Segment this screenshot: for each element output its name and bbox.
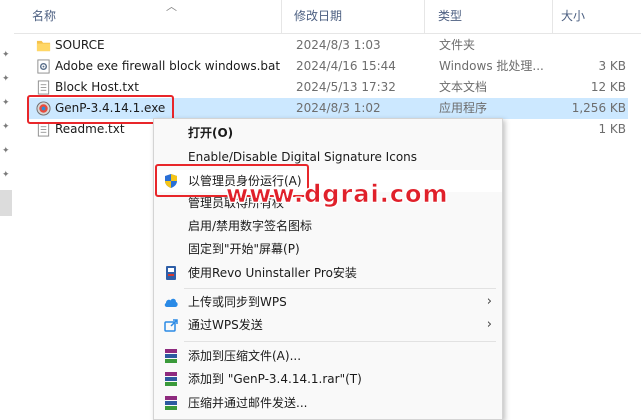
column-header: ︿ 名称 修改日期 类型 大小 bbox=[14, 0, 641, 34]
menu-label: 添加到压缩文件(A)... bbox=[188, 349, 302, 363]
menu-separator bbox=[184, 288, 496, 289]
file-size: 3 KB bbox=[598, 59, 626, 73]
file-size: 1 KB bbox=[598, 122, 626, 136]
batch-file-icon bbox=[37, 59, 50, 74]
sort-up-arrow-icon: ︿ bbox=[166, 0, 177, 13]
file-row[interactable]: Adobe exe firewall block windows.bat 202… bbox=[28, 56, 628, 77]
file-type: 文件夹 bbox=[439, 38, 476, 52]
pin-icon[interactable]: ✦ bbox=[2, 98, 12, 108]
file-type: Windows 批处理... bbox=[439, 59, 544, 73]
exe-highlight-box bbox=[27, 95, 174, 124]
text-file-icon bbox=[37, 122, 50, 137]
menu-label: 压缩并通过邮件发送... bbox=[188, 396, 308, 410]
file-name: SOURCE bbox=[55, 38, 105, 52]
winrar-icon bbox=[165, 396, 177, 410]
navigation-selection bbox=[0, 190, 12, 216]
file-type: 文本文档 bbox=[439, 80, 488, 94]
menu-label: 启用/禁用数字签名图标 bbox=[188, 219, 313, 233]
winrar-icon bbox=[165, 372, 177, 386]
pin-icon[interactable]: ✦ bbox=[2, 146, 12, 156]
pin-icon[interactable]: ✦ bbox=[2, 50, 12, 60]
pin-icon[interactable]: ✦ bbox=[2, 170, 12, 180]
file-date: 2024/4/16 15:44 bbox=[296, 59, 396, 73]
navigation-pane-edge: ✦ ✦ ✦ ✦ ✦ ✦ bbox=[0, 0, 14, 410]
cloud-icon bbox=[164, 298, 178, 307]
file-size: 1,256 KB bbox=[571, 101, 626, 115]
menu-item-add-rar[interactable]: 添加到 "GenP-3.4.14.1.rar"(T) bbox=[154, 368, 502, 390]
file-date: 2024/8/3 1:02 bbox=[296, 101, 381, 115]
column-type[interactable]: 类型 bbox=[438, 0, 462, 33]
text-file-icon bbox=[37, 80, 50, 95]
chevron-right-icon: › bbox=[486, 317, 492, 332]
menu-item-toggle-signature[interactable]: 启用/禁用数字签名图标 bbox=[154, 215, 502, 237]
chevron-right-icon: › bbox=[486, 294, 492, 309]
column-date[interactable]: 修改日期 bbox=[294, 0, 342, 33]
pin-icon[interactable]: ✦ bbox=[2, 74, 12, 84]
folder-icon bbox=[36, 40, 51, 52]
menu-label: 打开(O) bbox=[188, 126, 234, 140]
menu-label: 添加到 "GenP-3.4.14.1.rar"(T) bbox=[188, 372, 362, 386]
menu-label: 通过WPS发送 bbox=[188, 318, 263, 332]
menu-label: 使用Revo Uninstaller Pro安装 bbox=[188, 266, 357, 280]
column-divider[interactable] bbox=[281, 0, 282, 33]
menu-item-pin-start[interactable]: 固定到"开始"屏幕(P) bbox=[154, 238, 502, 260]
file-name: Adobe exe firewall block windows.bat bbox=[55, 59, 281, 73]
file-date: 2024/5/13 17:32 bbox=[296, 80, 396, 94]
pin-icon[interactable]: ✦ bbox=[2, 122, 12, 132]
menu-item-wps-send[interactable]: 通过WPS发送 › bbox=[154, 314, 502, 336]
menu-label: 上传或同步到WPS bbox=[188, 295, 287, 309]
menu-label: 固定到"开始"屏幕(P) bbox=[188, 242, 300, 256]
menu-item-revo-uninstaller[interactable]: 使用Revo Uninstaller Pro安装 bbox=[154, 262, 502, 284]
file-type: 应用程序 bbox=[439, 101, 488, 115]
menu-item-compress-email[interactable]: 压缩并通过邮件发送... bbox=[154, 392, 502, 414]
menu-item-add-archive[interactable]: 添加到压缩文件(A)... bbox=[154, 345, 502, 367]
watermark-text: www.dgrai.com bbox=[226, 180, 449, 209]
column-divider[interactable] bbox=[552, 0, 553, 33]
file-date: 2024/8/3 1:03 bbox=[296, 38, 381, 52]
menu-item-wps-upload[interactable]: 上传或同步到WPS › bbox=[154, 291, 502, 313]
menu-separator bbox=[184, 341, 496, 342]
file-size: 12 KB bbox=[590, 80, 626, 94]
revo-uninstaller-icon bbox=[166, 266, 176, 280]
menu-item-open[interactable]: 打开(O) bbox=[154, 122, 502, 144]
winrar-icon bbox=[165, 349, 177, 363]
share-icon bbox=[164, 319, 178, 332]
column-size[interactable]: 大小 bbox=[561, 0, 585, 33]
column-divider[interactable] bbox=[424, 0, 425, 33]
file-row[interactable]: SOURCE 2024/8/3 1:03 文件夹 bbox=[28, 35, 628, 56]
column-name[interactable]: 名称 bbox=[32, 0, 56, 33]
